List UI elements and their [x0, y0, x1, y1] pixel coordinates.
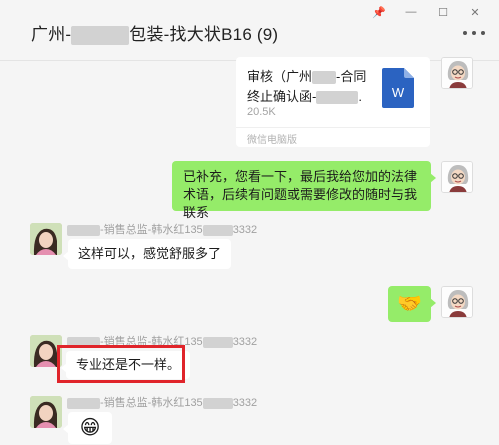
- chat-title: 广州- 包装-找大状B16 (9): [31, 20, 279, 46]
- avatar-me-image: [442, 58, 472, 88]
- avatar-me[interactable]: [441, 57, 473, 89]
- redacted-block: [67, 397, 100, 409]
- avatar-contact-image: [30, 223, 62, 255]
- chat-title-suffix: 包装-找大状B16 (9): [129, 25, 279, 44]
- close-icon[interactable]: ✕: [459, 3, 491, 21]
- word-doc-icon: W: [382, 68, 414, 113]
- pin-icon[interactable]: 📌: [363, 3, 395, 21]
- file-source: 微信电脑版: [247, 135, 297, 146]
- grinning-emoji: 😁: [79, 417, 101, 439]
- chat-header: 📌 — ☐ ✕ 广州- 包装-找大状B16 (9): [0, 0, 499, 61]
- more-options-icon[interactable]: [463, 28, 485, 38]
- file-size: 20.5K: [247, 106, 276, 118]
- redacted-block: [202, 224, 233, 236]
- highlight-annotation-box: [57, 345, 185, 383]
- avatar-me[interactable]: [441, 161, 473, 193]
- window-controls: 📌 — ☐ ✕: [363, 3, 491, 21]
- file-message-card[interactable]: 审核（广州 -合同 终止确认函-. 20.5K W 微信电脑版: [236, 57, 430, 147]
- maximize-icon[interactable]: ☐: [427, 3, 459, 21]
- chat-title-prefix: 广州-: [31, 25, 72, 44]
- message-bubble-me[interactable]: 🤝: [388, 286, 436, 322]
- minimize-icon[interactable]: —: [395, 3, 427, 21]
- handshake-emoji: 🤝: [397, 293, 422, 315]
- avatar-me[interactable]: [441, 286, 473, 318]
- avatar-contact-image: [30, 396, 62, 428]
- file-title: 审核（广州 -合同 终止确认函-.: [247, 69, 367, 105]
- avatar-me-image: [442, 162, 472, 192]
- redacted-block: [202, 336, 233, 348]
- message-text: 已补充，您看一下，最后我给您加的法律术语，后续有问题或需要修改的随时与我联系: [183, 169, 418, 220]
- avatar-contact[interactable]: [30, 223, 62, 255]
- file-card-divider: [236, 127, 430, 128]
- redacted-block: [312, 71, 337, 85]
- sender-name: -销售总监-韩水红135 3332: [67, 394, 257, 410]
- redacted-block: [202, 397, 233, 409]
- redacted-block: [71, 26, 130, 46]
- avatar-contact[interactable]: [30, 396, 62, 428]
- word-icon-letter: W: [392, 85, 405, 100]
- message-list: 审核（广州 -合同 终止确认函-. 20.5K W 微信电脑版 已补充，您看一下，…: [0, 57, 499, 445]
- redacted-block: [316, 91, 359, 105]
- message-bubble-contact[interactable]: 这样可以，感觉舒服多了: [62, 239, 232, 269]
- avatar-me-image: [442, 287, 472, 317]
- message-text: 这样可以，感觉舒服多了: [78, 246, 222, 261]
- redacted-block: [67, 224, 100, 236]
- sender-name: -销售总监-韩水红135 3332: [67, 221, 257, 237]
- message-bubble-me[interactable]: 已补充，您看一下，最后我给您加的法律术语，后续有问题或需要修改的随时与我联系: [172, 161, 436, 220]
- message-bubble-contact[interactable]: 😁: [63, 412, 112, 444]
